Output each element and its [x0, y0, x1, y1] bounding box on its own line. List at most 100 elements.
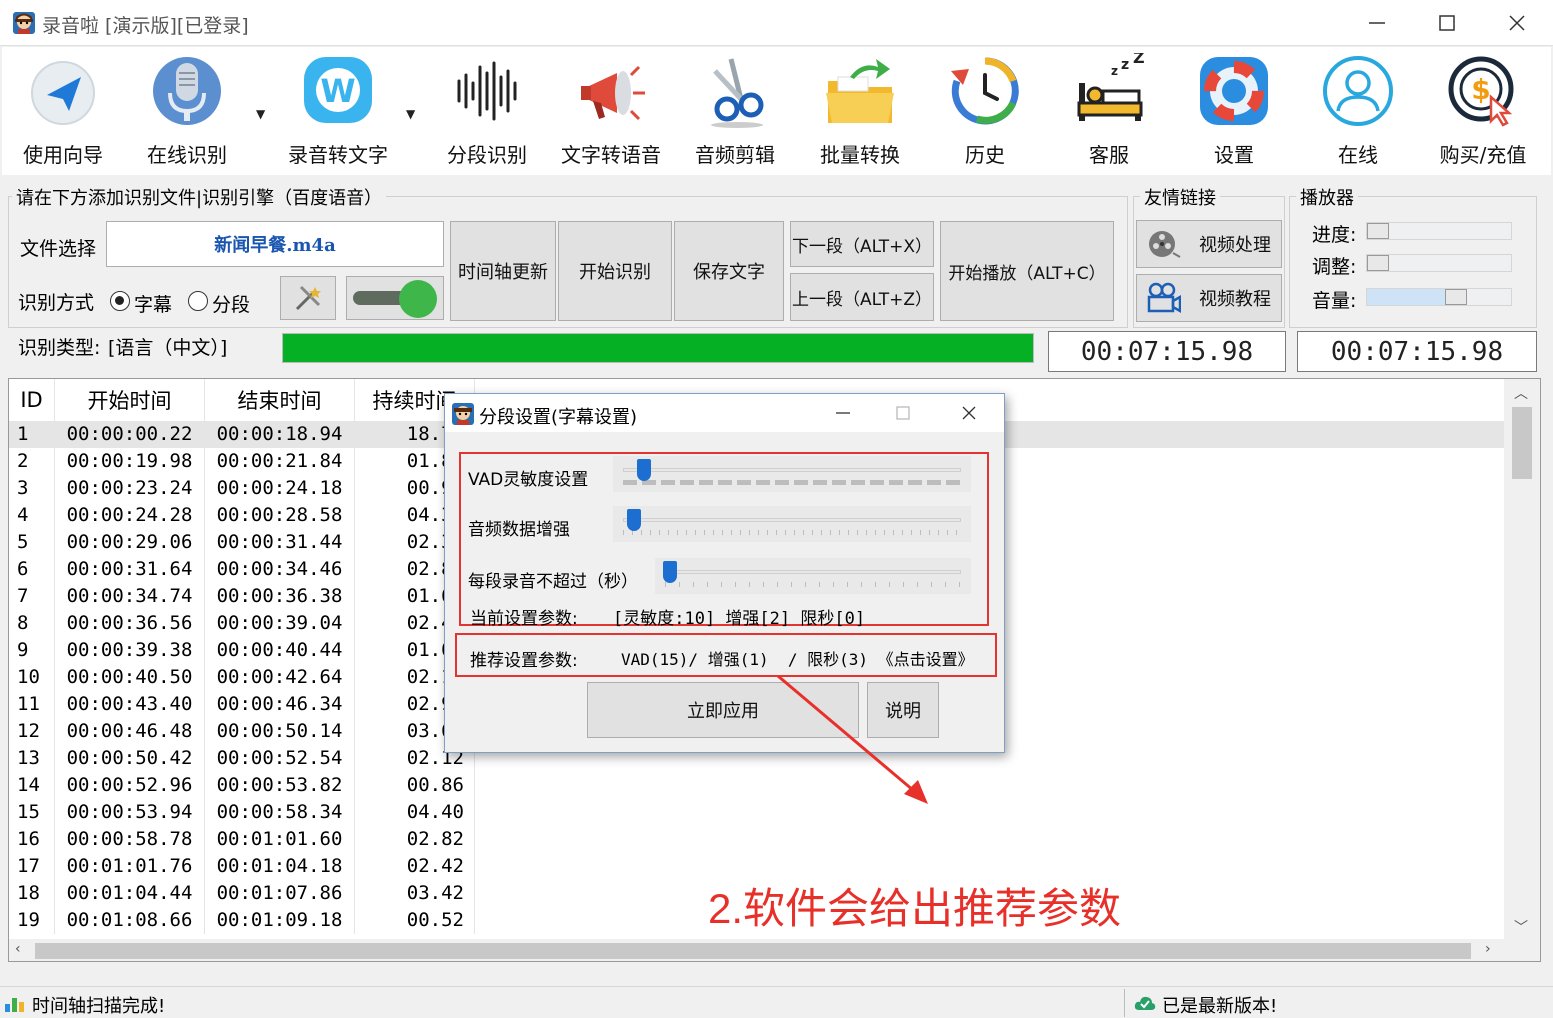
table-row[interactable]: 16 00:00:58.78 00:01:01.60 02.82 — [9, 826, 1504, 853]
table-cell: 00:00:34.74 — [55, 583, 205, 610]
table-row[interactable]: 15 00:00:53.94 00:00:58.34 04.40 — [9, 799, 1504, 826]
video-tutorial-button[interactable]: 视频教程 — [1136, 274, 1282, 322]
dialog-minimize-button[interactable] — [813, 394, 873, 432]
recognition-group-title: 请在下方添加识别文件|识别引擎（百度语音） — [12, 184, 387, 210]
slider-thumb[interactable] — [627, 509, 641, 531]
mode-segment-radio[interactable] — [188, 291, 208, 311]
table-row[interactable]: 14 00:00:52.96 00:00:53.82 00.86 — [9, 772, 1504, 799]
links-group-title: 友情链接 — [1140, 184, 1220, 210]
tools-button[interactable] — [280, 276, 336, 320]
table-cell: 00:00:36.56 — [55, 610, 205, 637]
toolbar-batch-convert-button[interactable]: 批量转换 — [805, 53, 915, 171]
toolbar-history-button[interactable]: 历史 — [930, 53, 1040, 171]
volume-fill — [1367, 289, 1457, 305]
film-reel-icon — [1149, 231, 1181, 258]
status-bar: 时间轴扫描完成! 已是最新版本! — [0, 986, 1553, 1018]
scroll-left-icon[interactable]: ‹ — [15, 941, 21, 957]
column-header-start[interactable]: 开始时间 — [55, 379, 205, 421]
table-cell: 00:00:19.98 — [55, 448, 205, 475]
column-header-end[interactable]: 结束时间 — [205, 379, 355, 421]
segment-length-limit-slider[interactable] — [655, 558, 971, 594]
maximize-icon — [1439, 15, 1455, 31]
toolbar-purchase-button[interactable]: $ 购买/充值 — [1428, 53, 1538, 171]
microphone-icon — [153, 57, 221, 125]
history-clock-icon — [951, 57, 1019, 125]
dialog-title: 分段设置(字幕设置) — [479, 407, 638, 428]
player-volume-slider[interactable] — [1366, 288, 1512, 306]
minimize-icon — [836, 412, 850, 414]
slider-thumb[interactable] — [637, 459, 651, 481]
toolbar-online-button[interactable]: 在线 — [1303, 53, 1413, 171]
save-text-button[interactable]: 保存文字 — [674, 221, 784, 321]
toolbar-audio-edit-button[interactable]: 音频剪辑 — [680, 53, 790, 171]
scroll-up-icon[interactable]: ︿ — [1514, 383, 1528, 403]
slider-thumb[interactable] — [1367, 223, 1389, 239]
table-cell: 18 — [9, 880, 55, 907]
dialog-close-button[interactable] — [939, 394, 999, 432]
recognition-mode-label: 识别方式 — [18, 292, 95, 314]
scroll-right-icon[interactable]: › — [1485, 941, 1491, 957]
main-toolbar: 使用向导 在线识别 ▼ W 录音转文字 ▼ 分段识别 文字转语音 音频剪辑 批量… — [2, 47, 1551, 175]
column-header-id[interactable]: ID — [9, 379, 55, 421]
toolbar-segment-recognition-button[interactable]: 分段识别 — [432, 53, 542, 171]
table-cell: 00:00:50.14 — [205, 718, 355, 745]
online-recognition-dropdown-icon[interactable]: ▼ — [256, 107, 265, 121]
slider-thumb[interactable] — [1445, 289, 1468, 305]
player-progress-label: 进度: — [1312, 224, 1357, 246]
table-cell: 00:00:18.94 — [205, 421, 355, 448]
next-segment-button[interactable]: 下一段（ALT+X） — [790, 221, 934, 267]
file-select-label: 文件选择 — [20, 238, 97, 260]
horizontal-scrollbar[interactable]: ‹ › — [9, 939, 1540, 961]
timeline-update-button[interactable]: 时间轴更新 — [450, 221, 556, 321]
mode-subtitle-radio[interactable] — [110, 291, 130, 311]
table-cell: 4 — [9, 502, 55, 529]
table-cell: 00:00:24.18 — [205, 475, 355, 502]
toolbar-label: 在线识别 — [147, 143, 227, 167]
table-cell: 00.86 — [355, 772, 475, 799]
audio-enhance-slider[interactable] — [613, 506, 971, 542]
table-cell: 00:01:09.18 — [205, 907, 355, 934]
prev-segment-button[interactable]: 上一段（ALT+Z） — [790, 273, 934, 321]
table-cell: 9 — [9, 637, 55, 664]
version-status: 已是最新版本! — [1162, 996, 1278, 1017]
bar-chart-icon — [5, 998, 24, 1012]
start-recognition-button[interactable]: 开始识别 — [558, 221, 672, 321]
folder-arrow-icon — [826, 59, 894, 123]
hscroll-thumb[interactable] — [35, 943, 1471, 959]
vertical-scrollbar[interactable]: ︿ ﹀ — [1504, 379, 1540, 939]
maximize-button[interactable] — [1412, 0, 1482, 46]
slider-thumb[interactable] — [663, 561, 677, 583]
close-button[interactable] — [1482, 0, 1552, 46]
minimize-button[interactable] — [1342, 0, 1412, 46]
toolbar-guide-button[interactable]: 使用向导 — [8, 53, 118, 171]
toolbar-settings-button[interactable]: 设置 — [1179, 53, 1289, 171]
dollar-coin-icon: $ — [1448, 56, 1514, 127]
start-playback-button[interactable]: 开始播放（ALT+C） — [940, 221, 1114, 321]
scroll-thumb[interactable] — [1512, 407, 1532, 479]
toolbar-customer-service-button[interactable]: z z Z 客服 — [1054, 53, 1164, 171]
file-select-button[interactable]: 新闻早餐.m4a — [106, 221, 444, 267]
toolbar-text-to-speech-button[interactable]: 文字转语音 — [556, 53, 666, 171]
mode-segment-label: 分段 — [212, 294, 251, 316]
scroll-down-icon[interactable]: ﹀ — [1514, 917, 1528, 937]
player-progress-slider[interactable] — [1366, 222, 1512, 240]
table-cell: 00:00:53.82 — [205, 772, 355, 799]
toggle-switch[interactable] — [346, 276, 444, 320]
table-cell: 14 — [9, 772, 55, 799]
player-adjust-slider[interactable] — [1366, 254, 1512, 272]
vad-sensitivity-label: VAD灵敏度设置 — [468, 470, 589, 490]
recommend-params-label: 推荐设置参数: — [470, 651, 578, 671]
table-cell: 00:01:04.18 — [205, 853, 355, 880]
video-process-button[interactable]: 视频处理 — [1136, 220, 1282, 268]
slider-thumb[interactable] — [1367, 255, 1389, 271]
svg-text:Z: Z — [1133, 53, 1145, 67]
toolbar-online-recognition-button[interactable]: 在线识别 — [132, 53, 242, 171]
table-cell: 13 — [9, 745, 55, 772]
audio-to-text-dropdown-icon[interactable]: ▼ — [406, 107, 415, 121]
table-cell: 00:00:23.24 — [55, 475, 205, 502]
toolbar-audio-to-text-button[interactable]: W 录音转文字 — [283, 53, 393, 171]
vad-sensitivity-slider[interactable] — [613, 456, 971, 492]
toolbar-label: 使用向导 — [23, 143, 103, 167]
recommend-params-link[interactable]: VAD(15)/ 增强(1) / 限秒(3) 《点击设置》 — [621, 646, 974, 670]
user-circle-icon — [1323, 56, 1393, 126]
